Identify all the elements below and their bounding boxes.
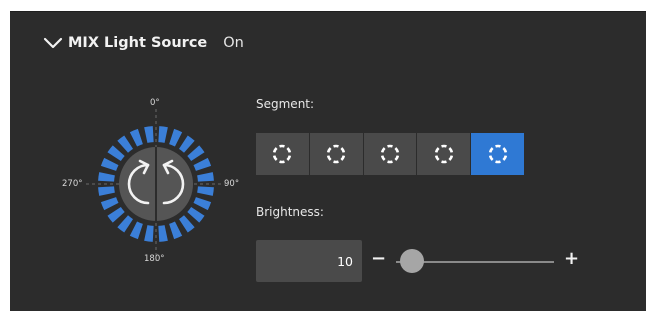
dial-ring-segment[interactable] [129, 128, 143, 147]
status-text: On [223, 35, 244, 51]
section-header[interactable]: MIX Light Source On [42, 33, 244, 53]
segment-option-5[interactable] [471, 133, 524, 175]
segment-option-1[interactable] [256, 133, 309, 175]
brightness-input[interactable] [256, 240, 362, 282]
dial-ring-segment[interactable] [193, 157, 212, 171]
chevron-down-icon[interactable] [42, 33, 64, 53]
ring-segment-icon [488, 144, 507, 164]
dial-ring-segment[interactable] [169, 221, 183, 240]
dial-ring-segment[interactable] [129, 221, 143, 240]
dial-ring-segment[interactable] [158, 225, 168, 242]
ring-segment-icon [380, 144, 400, 164]
segment-label: Segment: [256, 97, 315, 111]
segment-option-3[interactable] [363, 133, 417, 175]
dial-ring-segment[interactable] [107, 206, 125, 223]
dial-label-180: 180° [144, 254, 165, 264]
dial-ring-segment[interactable] [197, 186, 214, 196]
dial-ring-segment[interactable] [178, 135, 195, 153]
dial-label-90: 90° [224, 179, 240, 189]
dial-ring-segment[interactable] [117, 215, 134, 233]
ring-segment-icon [434, 144, 453, 164]
segment-selector[interactable] [256, 133, 524, 175]
brightness-label: Brightness: [256, 205, 324, 219]
dial-ring-segment[interactable] [187, 206, 205, 223]
dial-ring-segment[interactable] [98, 172, 115, 182]
dial-ring-segment[interactable] [144, 126, 154, 143]
increase-brightness-button[interactable]: + [564, 250, 579, 268]
ring-segment-icon [327, 144, 346, 164]
dial-label-0: 0° [150, 98, 160, 108]
ring-segment-icon [273, 144, 292, 164]
dial-ring-segment[interactable] [158, 126, 168, 143]
section-title: MIX Light Source [68, 35, 208, 51]
dial-ring-segment[interactable] [169, 128, 183, 147]
dial-ring-segment[interactable] [197, 172, 214, 182]
dial-ring-segment[interactable] [100, 197, 119, 211]
dial-ring-segment[interactable] [178, 215, 195, 233]
segment-option-2[interactable] [309, 133, 363, 175]
rotation-dial[interactable]: 0° 90° 180° 270° [52, 95, 260, 275]
dial-ring-segment[interactable] [100, 157, 119, 171]
dial-ring-segment[interactable] [193, 197, 212, 211]
dial-label-270: 270° [62, 179, 83, 189]
decrease-brightness-button[interactable]: − [371, 250, 386, 268]
dial-ring-segment[interactable] [98, 186, 115, 196]
dial-ring-segment[interactable] [117, 135, 134, 153]
brightness-slider-thumb[interactable] [399, 249, 424, 273]
dial-ring-segment[interactable] [107, 145, 125, 162]
dial-ring-segment[interactable] [187, 145, 205, 162]
segment-option-4[interactable] [417, 133, 471, 175]
dial-ring-segment[interactable] [144, 225, 154, 242]
